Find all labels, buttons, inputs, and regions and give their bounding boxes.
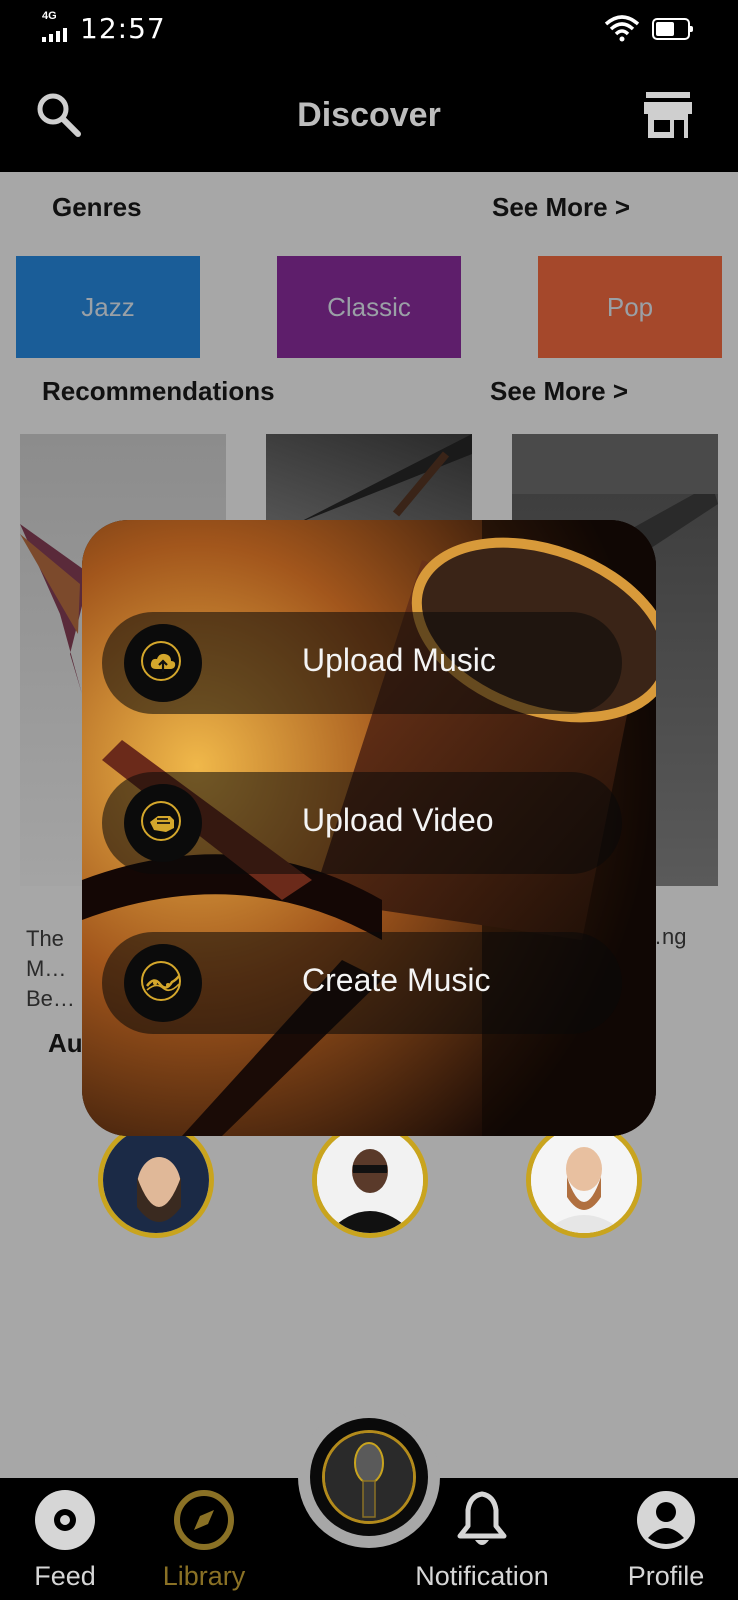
artist-avatar[interactable] bbox=[98, 1122, 214, 1238]
cell-signal-icon: 4G bbox=[42, 10, 74, 42]
battery-icon: 53 bbox=[652, 18, 693, 40]
nav-item-library[interactable]: Library bbox=[154, 1488, 254, 1592]
upload-video-button[interactable]: Upload Video bbox=[102, 772, 622, 874]
music-wave-icon bbox=[124, 944, 202, 1022]
network-type: 4G bbox=[42, 10, 57, 22]
recommendations-title: Recommendations bbox=[42, 376, 275, 406]
nav-item-feed[interactable]: Feed bbox=[30, 1488, 100, 1592]
disc-icon bbox=[35, 1490, 95, 1550]
nav-item-notification[interactable]: Notification bbox=[404, 1488, 560, 1592]
status-time: 12:57 bbox=[80, 12, 166, 45]
genres-see-more-link[interactable]: See More > bbox=[492, 192, 630, 223]
video-hand-icon bbox=[124, 784, 202, 862]
artist-avatar[interactable] bbox=[312, 1122, 428, 1238]
upload-music-label: Upload Music bbox=[302, 642, 496, 678]
battery-level: 53 bbox=[663, 21, 679, 36]
status-bar: 4G 12:57 53 bbox=[0, 0, 738, 56]
genre-tile-jazz[interactable]: Jazz bbox=[16, 256, 200, 358]
center-upload-button[interactable] bbox=[310, 1418, 428, 1536]
artist-avatar[interactable] bbox=[526, 1122, 642, 1238]
nav-item-profile[interactable]: Profile bbox=[618, 1488, 714, 1592]
upload-menu-modal: Upload Music Upload Video Create Music bbox=[82, 520, 656, 1136]
nav-label-profile: Profile bbox=[627, 1561, 705, 1591]
recommendations-see-more-link[interactable]: See More > bbox=[490, 376, 628, 407]
profile-icon bbox=[637, 1491, 695, 1549]
cloud-upload-icon bbox=[124, 624, 202, 702]
nav-label-feed: Feed bbox=[34, 1561, 96, 1591]
wifi-icon bbox=[604, 15, 640, 42]
compass-icon bbox=[174, 1490, 234, 1550]
page-title: Discover bbox=[297, 96, 441, 134]
store-icon[interactable] bbox=[644, 92, 692, 140]
bell-icon bbox=[457, 1491, 507, 1545]
upload-video-label: Upload Video bbox=[302, 802, 494, 838]
audio-section-title: Au bbox=[48, 1028, 83, 1058]
create-music-label: Create Music bbox=[302, 962, 491, 998]
nav-label-notification: Notification bbox=[415, 1561, 549, 1591]
create-music-button[interactable]: Create Music bbox=[102, 932, 622, 1034]
genre-tile-pop[interactable]: Pop bbox=[538, 256, 722, 358]
upload-music-button[interactable]: Upload Music bbox=[102, 612, 622, 714]
nav-label-library: Library bbox=[162, 1561, 246, 1591]
microphone-icon bbox=[322, 1430, 416, 1524]
genre-tile-classic[interactable]: Classic bbox=[277, 256, 461, 358]
app-bar: Discover bbox=[0, 56, 738, 172]
genres-title: Genres bbox=[52, 192, 142, 222]
